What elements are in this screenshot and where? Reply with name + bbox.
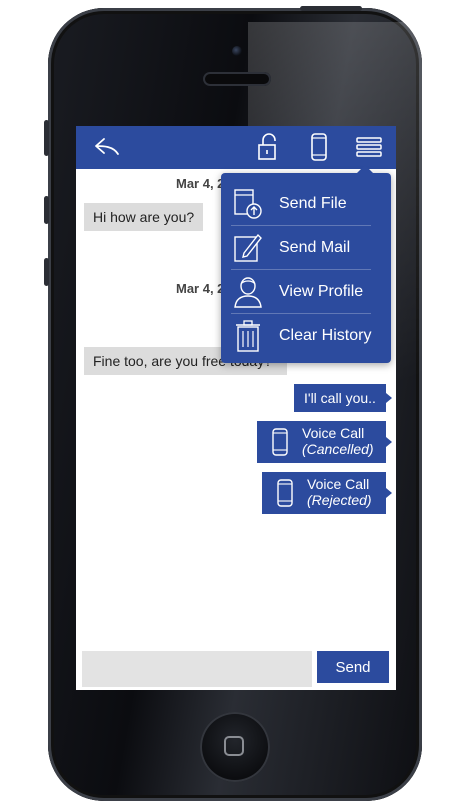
menu-item-view-profile[interactable]: View Profile xyxy=(231,270,371,314)
call-text: Voice Call (Cancelled) xyxy=(302,425,374,457)
call-message: Voice Call (Cancelled) xyxy=(257,421,392,463)
volume-down-button xyxy=(44,258,49,286)
date-separator: Mar 4, 2 xyxy=(176,281,225,296)
date-separator: Mar 4, 2 xyxy=(176,176,225,191)
mobile-phone-icon xyxy=(276,478,294,513)
send-button[interactable]: Send xyxy=(317,651,389,683)
call-message: Voice Call (Rejected) xyxy=(262,472,392,514)
reply-arrow-icon[interactable] xyxy=(90,132,124,162)
options-menu: Send File Send Mail View Profile Clear H… xyxy=(221,165,391,363)
incoming-message: Hi how are you? xyxy=(84,203,204,231)
trash-icon xyxy=(231,319,265,353)
menu-item-label: Send File xyxy=(279,194,347,212)
home-button[interactable] xyxy=(200,712,270,782)
power-button xyxy=(300,6,362,11)
outgoing-message-text: I'll call you.. xyxy=(304,390,376,406)
app-screen: Mar 4, 2 Hi how are you? Mar 4, 2 Fine t… xyxy=(76,126,396,690)
top-bar xyxy=(76,126,396,169)
call-title: Voice Call xyxy=(307,476,370,492)
menu-item-label: View Profile xyxy=(279,282,364,300)
home-square-icon xyxy=(224,736,244,756)
volume-up-button xyxy=(44,196,49,224)
earpiece-speaker xyxy=(203,72,271,86)
mobile-phone-icon xyxy=(271,427,289,462)
hamburger-menu-icon[interactable] xyxy=(354,132,384,162)
front-camera xyxy=(232,46,242,56)
compose-pencil-icon xyxy=(231,231,265,265)
menu-item-send-mail[interactable]: Send Mail xyxy=(231,226,371,270)
call-text: Voice Call (Rejected) xyxy=(307,476,372,508)
menu-item-clear-history[interactable]: Clear History xyxy=(231,314,371,357)
unlock-icon[interactable] xyxy=(252,132,282,162)
user-profile-icon xyxy=(231,275,265,309)
call-title: Voice Call xyxy=(302,425,365,441)
file-upload-icon xyxy=(231,187,265,221)
call-status: (Rejected) xyxy=(307,492,372,508)
menu-item-label: Clear History xyxy=(279,326,372,344)
outgoing-message: I'll call you.. xyxy=(294,384,392,412)
mobile-phone-icon[interactable] xyxy=(304,132,334,162)
menu-item-send-file[interactable]: Send File xyxy=(231,182,371,226)
call-status: (Cancelled) xyxy=(302,441,374,457)
menu-item-label: Send Mail xyxy=(279,238,351,256)
message-input[interactable] xyxy=(82,651,312,687)
mute-switch xyxy=(44,120,49,156)
